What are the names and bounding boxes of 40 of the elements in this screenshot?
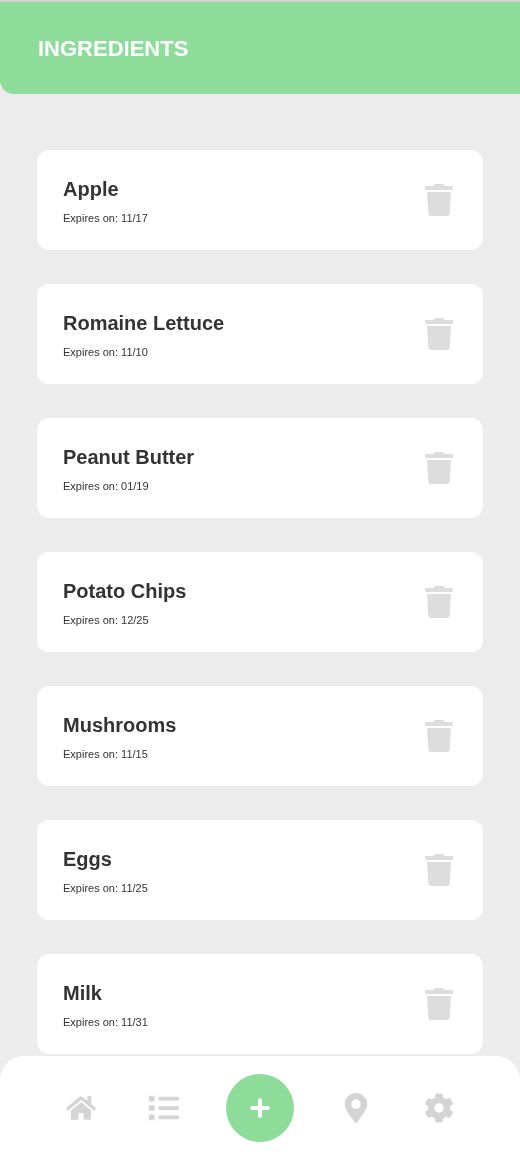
delete-button[interactable] <box>425 988 453 1020</box>
list-icon <box>148 1093 179 1123</box>
ingredient-card[interactable]: Apple Expires on: 11/17 <box>37 150 483 250</box>
plus-icon <box>248 1097 271 1119</box>
home-icon <box>66 1093 97 1123</box>
trash-icon <box>425 988 453 1020</box>
settings-icon <box>423 1093 454 1123</box>
expiry-date: Expires on: 11/17 <box>63 210 148 226</box>
trash-icon <box>425 720 453 752</box>
expiry-date: Expires on: 11/15 <box>63 746 149 762</box>
ingredient-card[interactable]: Milk Expires on: 11/31 <box>37 954 483 1054</box>
trash-icon <box>425 452 453 484</box>
expiry-date: Expires on: 12/25 <box>63 612 150 628</box>
ingredient-name: Milk <box>63 980 103 1006</box>
trash-icon <box>425 854 453 886</box>
ingredient-card[interactable]: Peanut Butter Expires on: 01/19 <box>37 418 483 518</box>
expiry-date: Expires on: 11/25 <box>63 880 148 896</box>
page-title: INGREDIENTS <box>38 34 189 63</box>
delete-button[interactable] <box>425 720 453 752</box>
ingredient-card[interactable]: Mushrooms Expires on: 11/15 <box>37 686 483 786</box>
ingredient-card[interactable]: Potato Chips Expires on: 12/25 <box>37 552 483 652</box>
ingredient-card[interactable]: Romaine Lettuce Expires on: 11/10 <box>37 284 483 384</box>
expiry-date: Expires on: 11/10 <box>63 344 149 360</box>
delete-button[interactable] <box>425 318 453 350</box>
expiry-date: Expires on: 11/31 <box>63 1014 148 1030</box>
ingredient-card[interactable]: Eggs Expires on: 11/25 <box>37 820 483 920</box>
ingredient-name: Eggs <box>63 846 113 872</box>
trash-icon <box>425 318 453 350</box>
delete-button[interactable] <box>425 184 453 216</box>
trash-icon <box>425 184 453 216</box>
delete-button[interactable] <box>425 854 453 886</box>
delete-button[interactable] <box>425 452 453 484</box>
ingredient-name: Mushrooms <box>63 712 177 738</box>
ingredient-name: Apple <box>63 176 120 202</box>
ingredient-name: Peanut Butter <box>63 444 195 470</box>
ingredient-name: Potato Chips <box>63 578 187 604</box>
trash-icon <box>425 586 453 618</box>
ingredient-name: Romaine Lettuce <box>63 310 225 336</box>
expiry-date: Expires on: 01/19 <box>63 478 150 494</box>
delete-button[interactable] <box>425 586 453 618</box>
